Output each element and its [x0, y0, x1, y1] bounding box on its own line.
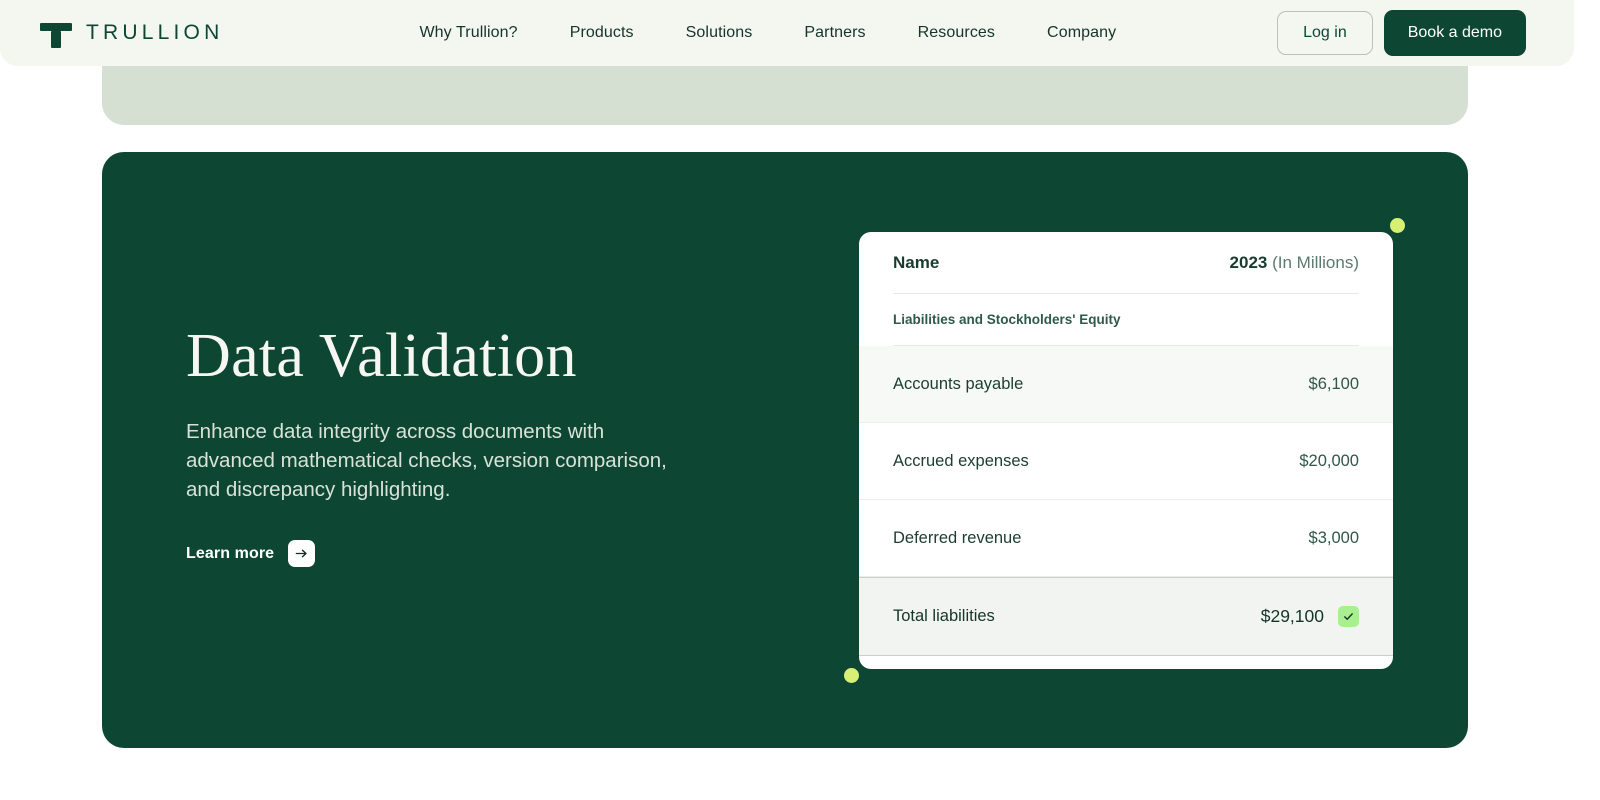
book-demo-button[interactable]: Book a demo: [1383, 10, 1526, 56]
table-header-year: 2023: [1229, 252, 1268, 272]
row-label: Accrued expenses: [893, 451, 1029, 470]
brand-wordmark: TRULLION: [86, 21, 224, 44]
nav-item-company[interactable]: Company: [1047, 24, 1116, 42]
row-label: Accounts payable: [893, 374, 1024, 393]
row-label: Deferred revenue: [893, 528, 1022, 547]
table-column-header-period: 2023 (In Millions): [1230, 253, 1359, 273]
learn-more-link[interactable]: Learn more: [186, 540, 316, 568]
data-validation-hero-card: Data Validation Enhance data integrity a…: [102, 152, 1468, 748]
learn-more-label: Learn more: [186, 544, 275, 562]
row-value: $3,000: [1308, 528, 1359, 547]
brand-logo-link[interactable]: TRULLION: [40, 17, 223, 49]
hero-text-block: Data Validation Enhance data integrity a…: [186, 322, 746, 568]
table-row[interactable]: Deferred revenue $3,000: [859, 500, 1393, 577]
accent-dot-bottom-left: [844, 668, 859, 683]
trullion-t-mark-icon: [40, 17, 72, 49]
total-value: $29,100: [1260, 606, 1324, 626]
table-column-header-name: Name: [893, 252, 940, 272]
check-icon[interactable]: [1338, 606, 1359, 627]
arrow-right-icon: [288, 540, 316, 568]
primary-nav: Why Trullion? Products Solutions Partner…: [419, 24, 1116, 42]
nav-item-products[interactable]: Products: [570, 24, 634, 42]
nav-actions: Log in Book a demo: [1277, 10, 1526, 56]
table-section-label: Liabilities and Stockholders' Equity: [893, 294, 1359, 346]
table-row[interactable]: Accrued expenses $20,000: [859, 423, 1393, 500]
nav-item-partners[interactable]: Partners: [804, 24, 865, 42]
row-value: $6,100: [1308, 374, 1359, 393]
nav-item-why-trullion[interactable]: Why Trullion?: [419, 24, 517, 42]
table-header-row: Name 2023 (In Millions): [893, 232, 1359, 294]
login-button[interactable]: Log in: [1277, 11, 1373, 55]
accent-dot-top-right: [1390, 218, 1405, 233]
row-value: $20,000: [1299, 451, 1359, 470]
nav-item-resources[interactable]: Resources: [918, 24, 995, 42]
financial-table-card: Name 2023 (In Millions) Liabilities and …: [859, 232, 1393, 669]
nav-item-solutions[interactable]: Solutions: [686, 24, 753, 42]
top-navigation-bar: TRULLION Why Trullion? Products Solution…: [0, 0, 1574, 66]
hero-title: Data Validation: [186, 322, 577, 390]
table-total-row[interactable]: Total liabilities $29,100: [859, 577, 1393, 656]
table-header-units: (In Millions): [1267, 252, 1359, 272]
total-label: Total liabilities: [893, 607, 995, 625]
total-right-group: $29,100: [1261, 606, 1359, 627]
table-row[interactable]: Accounts payable $6,100: [859, 346, 1393, 423]
hero-description: Enhance data integrity across documents …: [186, 420, 667, 502]
